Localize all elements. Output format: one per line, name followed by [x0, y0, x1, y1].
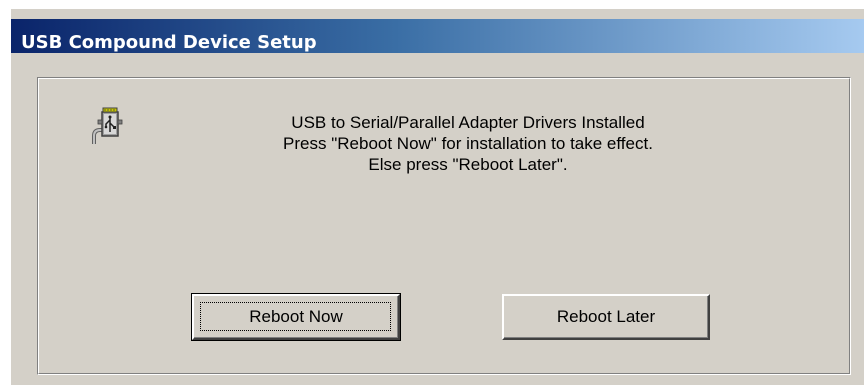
dialog-window: USB Compound Device Setup USB to Serial/… [10, 8, 864, 385]
title-bar[interactable]: USB Compound Device Setup [11, 19, 864, 53]
reboot-later-button[interactable]: Reboot Later [502, 294, 710, 340]
reboot-now-label: Reboot Now [249, 307, 343, 326]
reboot-now-button[interactable]: Reboot Now [191, 293, 401, 341]
content-group-box: USB to Serial/Parallel Adapter Drivers I… [37, 77, 851, 375]
reboot-later-label: Reboot Later [556, 307, 656, 326]
message-line-1: USB to Serial/Parallel Adapter Drivers I… [291, 113, 645, 132]
message-line-2: Press "Reboot Now" for installation to t… [283, 134, 653, 153]
message-line-3: Else press "Reboot Later". [368, 155, 568, 174]
install-message: USB to Serial/Parallel Adapter Drivers I… [188, 112, 748, 175]
usb-adapter-icon [92, 107, 123, 144]
window-title: USB Compound Device Setup [21, 32, 317, 53]
